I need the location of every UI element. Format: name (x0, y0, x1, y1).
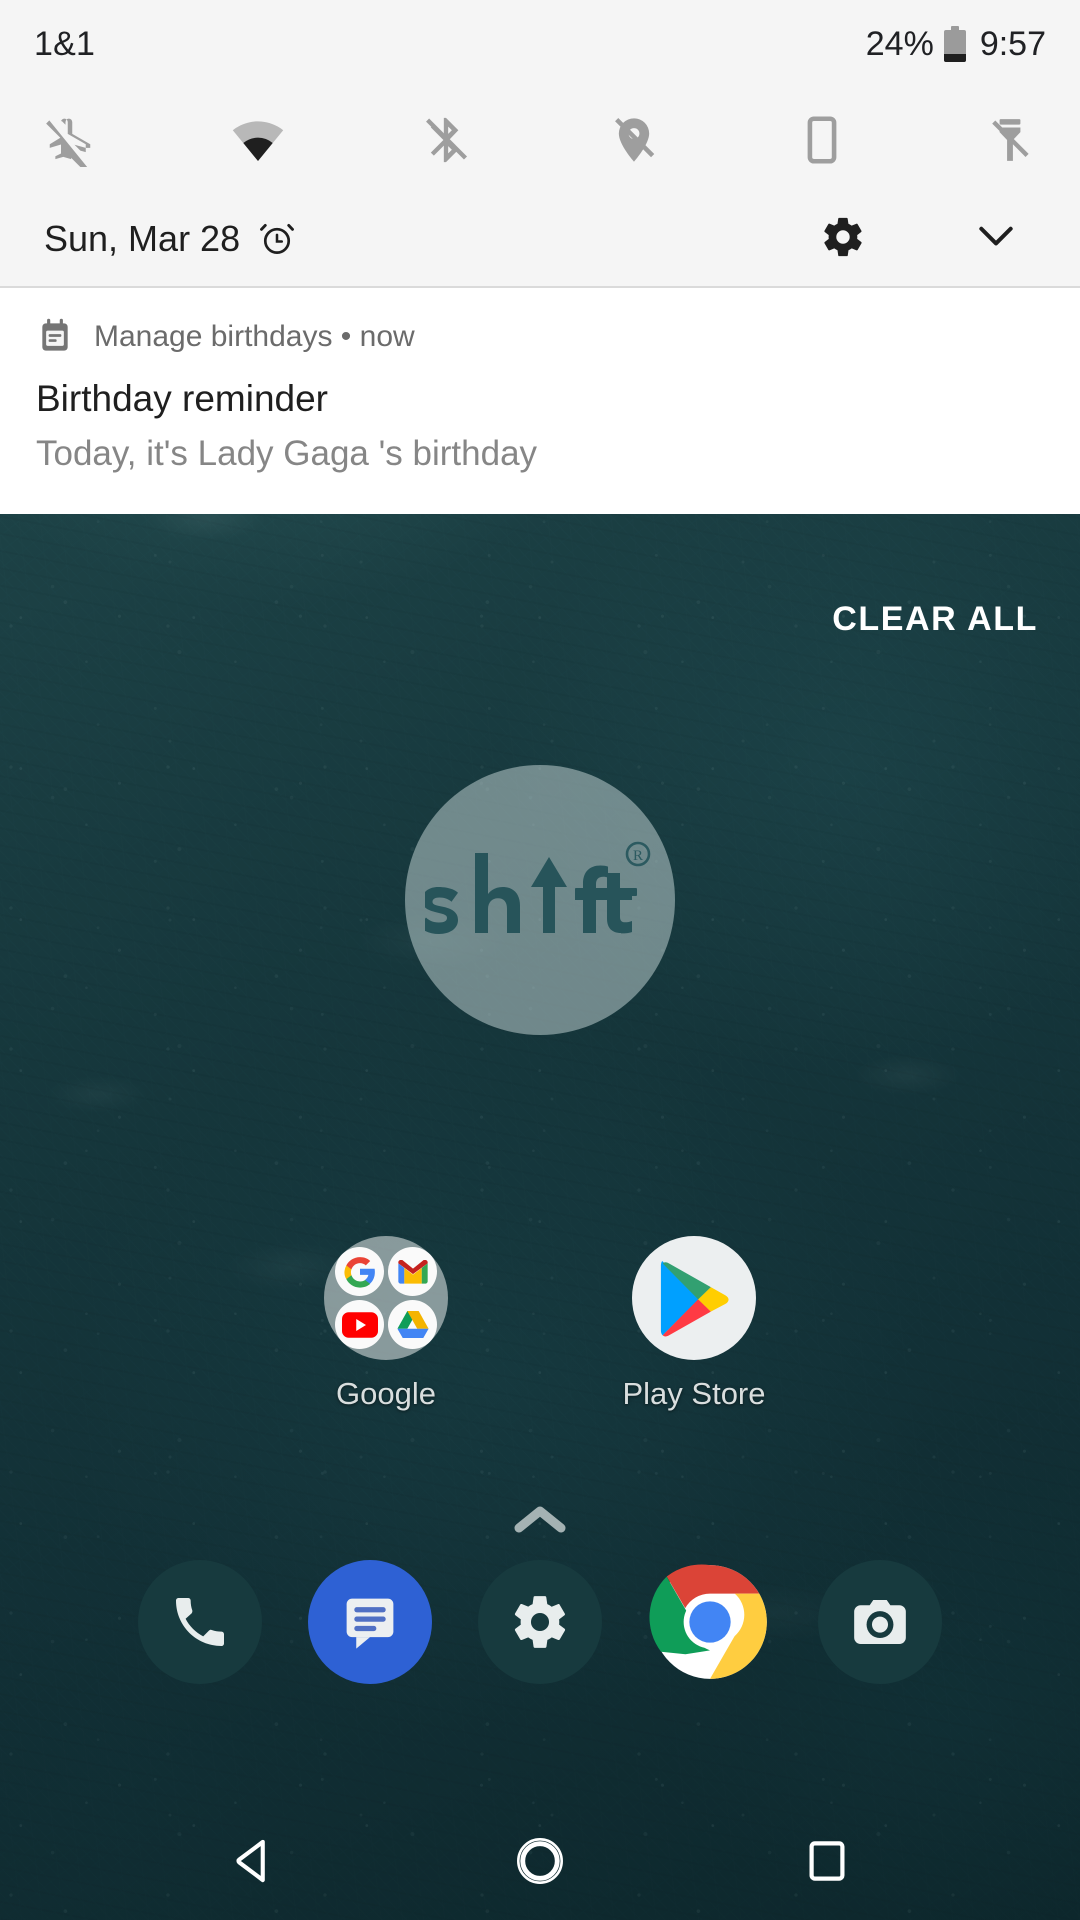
gear-icon (514, 1596, 566, 1648)
google-g-icon (335, 1247, 384, 1296)
navigation-bar (0, 1802, 1080, 1920)
quick-settings-tiles (0, 88, 1080, 192)
back-triangle-icon (236, 1839, 266, 1883)
qs-tile-bluetooth[interactable] (410, 104, 482, 176)
google-drive-icon (388, 1300, 437, 1349)
date-label: Sun, Mar 28 (44, 218, 241, 259)
camera-icon (854, 1600, 906, 1644)
nav-back-button[interactable] (198, 1806, 308, 1916)
status-bar-clock: 9:57 (979, 24, 1046, 63)
notification-card[interactable]: Manage birthdays • now Birthday reminder… (0, 288, 1080, 514)
notification-header: Manage birthdays • now (36, 318, 1044, 356)
clear-all-button[interactable]: CLEAR ALL (832, 600, 1038, 639)
footer-actions (820, 214, 1040, 265)
wifi-icon (232, 121, 284, 161)
calendar-event-icon (42, 318, 68, 351)
nav-home-button[interactable] (485, 1806, 595, 1916)
battery-percent-label: 24% (865, 24, 934, 63)
home-app-row: Google Play Store (0, 1236, 1080, 1412)
dock-item-phone[interactable] (138, 1560, 262, 1684)
expand-shade-button[interactable] (974, 222, 1018, 257)
phone-icon (176, 1598, 224, 1646)
app-folder-google[interactable]: Google (276, 1236, 496, 1412)
messages-icon (346, 1598, 394, 1649)
app-play-store[interactable]: Play Store (584, 1236, 804, 1412)
svg-text:R: R (633, 848, 643, 864)
screen-rotate-icon (807, 116, 837, 164)
app-label: Google (336, 1376, 436, 1411)
location-off-icon (615, 118, 655, 162)
notification-body: Today, it's Lady Gaga 's birthday (36, 434, 538, 473)
gmail-icon (388, 1247, 437, 1296)
alarm-clock-icon (260, 223, 295, 254)
android-home-screen-with-notification-shade: R CLEAR ALL Google Play Store 1&1 24% 9:… (0, 0, 1080, 1920)
notification-title: Birthday reminder (36, 378, 329, 419)
qs-tile-auto-rotate[interactable] (786, 104, 858, 176)
google-folder-icon[interactable] (324, 1236, 448, 1360)
notification-shade: 1&1 24% 9:57 Sun, Mar 28 Manage birthday… (0, 0, 1080, 514)
status-bar: 1&1 24% 9:57 (0, 0, 1080, 88)
dock-item-settings[interactable] (478, 1560, 602, 1684)
qs-tile-location[interactable] (598, 104, 670, 176)
chevron-down-icon (979, 226, 1013, 245)
dock-item-chrome[interactable] (648, 1560, 772, 1684)
chevron-up-icon (514, 1506, 566, 1533)
bluetooth-off-icon (426, 117, 468, 163)
notification-app-line: Manage birthdays • now (94, 320, 415, 353)
shift-brand-watermark: R (405, 765, 675, 1035)
carrier-label: 1&1 (34, 24, 96, 63)
status-bar-right: 24% 9:57 (866, 25, 1046, 64)
quick-settings-footer: Sun, Mar 28 (0, 192, 1080, 286)
recents-square-icon (809, 1841, 845, 1881)
airplane-off-icon (46, 118, 91, 167)
app-label: Play Store (622, 1376, 766, 1411)
dock-item-messages[interactable] (308, 1560, 432, 1684)
battery-icon (943, 26, 966, 62)
date-group: Sun, Mar 28 (44, 218, 296, 260)
youtube-icon (335, 1300, 384, 1349)
qs-tile-flashlight[interactable] (974, 104, 1046, 176)
home-circle-icon (517, 1838, 563, 1884)
dock-item-camera[interactable] (818, 1560, 942, 1684)
nav-recents-button[interactable] (772, 1806, 882, 1916)
settings-button[interactable] (820, 214, 866, 265)
qs-tile-airplane-mode[interactable] (34, 104, 106, 176)
flashlight-off-icon (992, 119, 1029, 161)
gear-icon (824, 217, 862, 256)
play-store-icon[interactable] (632, 1236, 756, 1360)
chrome-icon (649, 1564, 767, 1679)
qs-tile-wifi[interactable] (222, 104, 294, 176)
app-drawer-handle[interactable] (513, 1502, 567, 1541)
